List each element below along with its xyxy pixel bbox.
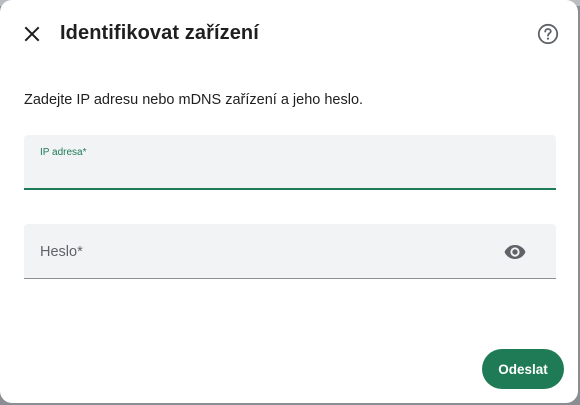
help-circle-icon — [537, 23, 559, 45]
dialog-title: Identifikovat zařízení — [60, 22, 259, 44]
ip-address-label: IP adresa* — [40, 147, 87, 158]
close-icon — [24, 26, 40, 42]
toggle-password-visibility-button[interactable] — [502, 239, 528, 265]
password-field[interactable]: Heslo* — [24, 224, 556, 279]
password-label: Heslo* — [40, 244, 83, 260]
ip-address-input[interactable] — [40, 159, 500, 183]
submit-button[interactable]: Odeslat — [482, 349, 564, 389]
close-button[interactable] — [18, 20, 46, 48]
dialog-description: Zadejte IP adresu nebo mDNS zařízení a j… — [24, 92, 364, 108]
identify-device-dialog: Identifikovat zařízení Zadejte IP adresu… — [0, 0, 578, 403]
dialog-header: Identifikovat zařízení — [0, 14, 578, 54]
ip-address-field[interactable]: IP adresa* — [24, 135, 556, 190]
help-button[interactable] — [536, 22, 560, 46]
eye-icon — [504, 245, 526, 259]
